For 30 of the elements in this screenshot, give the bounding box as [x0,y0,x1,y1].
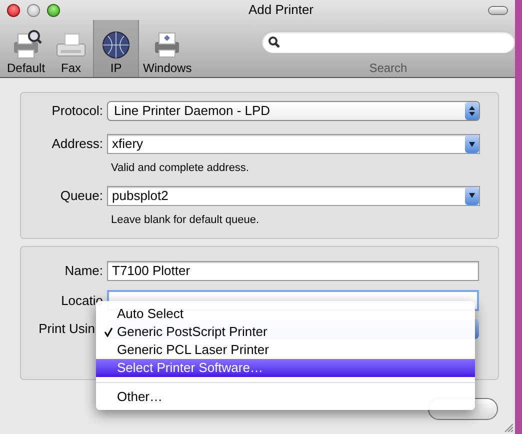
field-label: Name: [64,262,103,280]
field-label: Address: [52,135,103,154]
hint-text: Leave blank for default queue. [111,212,260,228]
toolbar-toggle-icon[interactable] [488,6,508,14]
stepper-arrows-icon [465,102,479,120]
toolbar-tab[interactable]: Default [3,20,50,77]
combo-box[interactable]: xfiery [107,134,480,154]
menu-item[interactable]: Generic PostScript Printer [96,323,475,341]
input-field[interactable]: T7100 Plotter [107,261,479,281]
window-title: Add Printer [248,1,314,20]
menu-item[interactable]: Other… [96,388,475,406]
protocol-popup[interactable]: Line Printer Daemon - LPD [107,101,480,121]
resize-grip-icon[interactable] [503,422,513,432]
field-label: Queue: [60,186,103,205]
hint-text: Valid and complete address. [111,161,250,176]
combo-box[interactable]: pubsplot2 [107,186,480,206]
menu-item[interactable]: Generic PCL Laser Printer [96,341,475,359]
toolbar-tab[interactable]: Windows [139,20,196,77]
field-label: Print Usin [38,320,95,338]
zoom-icon[interactable] [47,4,60,16]
close-icon[interactable] [7,4,20,16]
search-field[interactable] [262,31,515,53]
menu-item[interactable]: Select Printer Software… [96,359,475,377]
checkmark-icon [104,327,113,337]
search-label: Search [369,60,408,77]
toolbar-tab[interactable]: IP [93,20,140,77]
minimize-icon[interactable] [27,4,40,16]
search-icon [268,36,280,48]
field-label: Protocol: [52,102,103,120]
toolbar-tab[interactable]: Fax [49,20,94,77]
